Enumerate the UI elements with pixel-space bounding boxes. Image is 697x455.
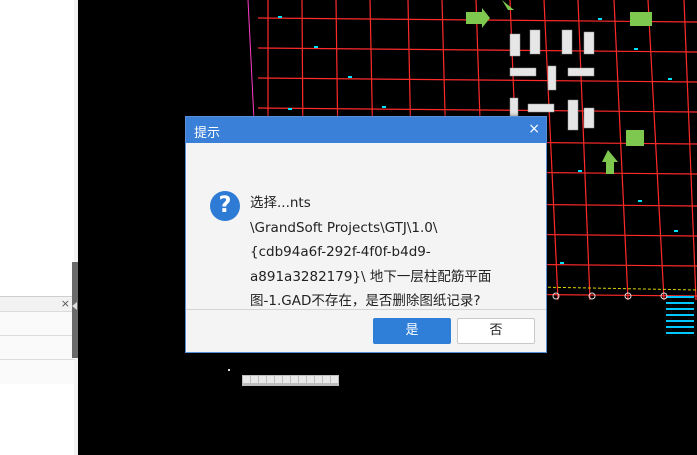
toolbar-tool-icon[interactable] — [259, 376, 266, 383]
dialog-titlebar[interactable]: 提示 × — [186, 117, 546, 143]
mini-toolbar[interactable] — [242, 375, 339, 386]
toolbar-tool-icon[interactable] — [299, 376, 306, 383]
subpanel-row[interactable] — [0, 335, 74, 360]
toolbar-tool-icon[interactable] — [307, 376, 314, 383]
dialog-body: ? 选择...nts \GrandSoft Projects\GTJ\1.0\ … — [186, 143, 546, 310]
dialog-title: 提示 — [194, 126, 221, 141]
question-icon: ? — [210, 191, 240, 221]
subpanel-row[interactable] — [0, 311, 74, 336]
toolbar-tool-icon[interactable] — [283, 376, 290, 383]
subpanel-row[interactable] — [0, 359, 74, 384]
no-button[interactable]: 否 — [457, 318, 535, 344]
toolbar-tool-icon[interactable] — [267, 376, 274, 383]
toolbar-tool-icon[interactable] — [291, 376, 298, 383]
toolbar-tool-icon[interactable] — [251, 376, 258, 383]
toolbar-tool-icon[interactable] — [323, 376, 330, 383]
left-subpanel: × — [0, 296, 74, 384]
dialog-footer: 是 否 — [186, 310, 546, 353]
prompt-dialog: 提示 × ? 选择...nts \GrandSoft Projects\GTJ\… — [185, 116, 547, 353]
collapse-arrow-icon — [72, 302, 77, 310]
toolbar-tool-icon[interactable] — [315, 376, 322, 383]
close-icon[interactable]: × — [528, 121, 540, 137]
yes-button[interactable]: 是 — [373, 318, 451, 344]
dialog-message: 选择...nts \GrandSoft Projects\GTJ\1.0\ {c… — [250, 195, 492, 309]
subpanel-close-icon[interactable]: × — [61, 298, 70, 310]
toolbar-tool-icon[interactable] — [275, 376, 282, 383]
toolbar-tool-icon[interactable] — [243, 376, 250, 383]
toolbar-tool-icon[interactable] — [331, 376, 338, 383]
left-panel — [0, 0, 75, 455]
